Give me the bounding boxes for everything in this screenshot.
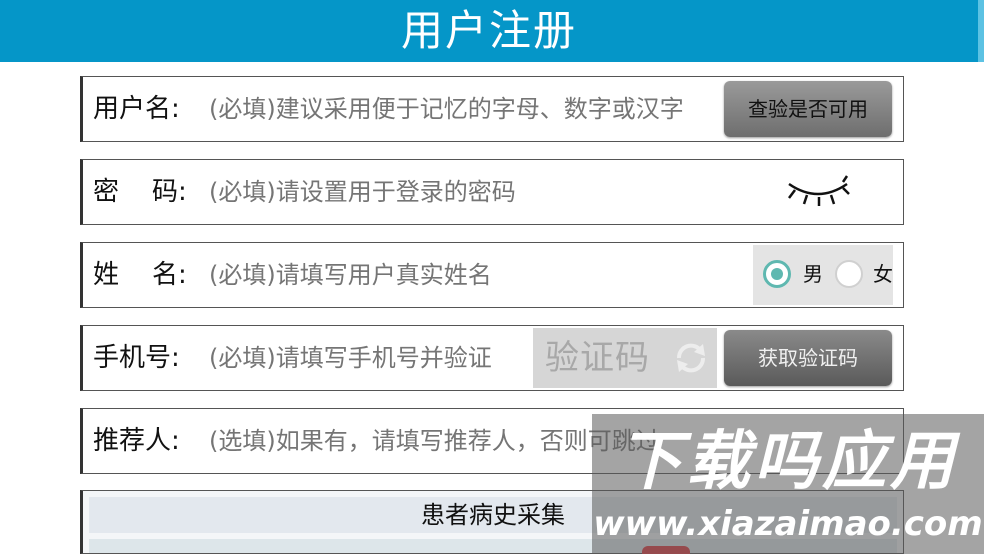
watermark-logo-text: 下载吗应用 <box>618 425 958 499</box>
captcha-text: 验证码 <box>545 338 650 378</box>
gender-female-label: 女 <box>873 262 893 286</box>
password-input[interactable] <box>209 174 669 210</box>
refresh-icon[interactable] <box>673 340 709 376</box>
name-input[interactable] <box>209 257 649 293</box>
eye-closed-icon[interactable] <box>785 174 851 210</box>
name-label: 姓 名: <box>93 260 187 290</box>
gender-selector: 男 女 <box>753 245 893 305</box>
header-edge <box>978 0 984 62</box>
phone-label: 手机号: <box>93 343 180 373</box>
phone-input[interactable] <box>209 340 527 376</box>
watermark-url: www.xiazaimao.com <box>593 504 983 544</box>
referrer-label: 推荐人: <box>93 426 180 456</box>
password-row: 密 码: <box>80 159 904 225</box>
check-availability-button[interactable]: 查验是否可用 <box>724 81 892 137</box>
username-label: 用户名: <box>93 94 180 124</box>
gender-female-radio[interactable] <box>835 260 863 288</box>
name-row: 姓 名: 男 女 <box>80 242 904 308</box>
username-row: 用户名: 查验是否可用 <box>80 76 904 142</box>
gender-male-radio[interactable] <box>763 260 791 288</box>
password-label: 密 码: <box>93 177 187 207</box>
captcha-box[interactable]: 验证码 <box>533 328 717 388</box>
username-input[interactable] <box>209 91 717 127</box>
phone-row: 手机号: 验证码 获取验证码 <box>80 325 904 391</box>
gender-male-label: 男 <box>803 262 823 286</box>
watermark: 下载吗应用 www.xiazaimao.com <box>592 414 984 554</box>
page-title: 用户注册 <box>400 6 577 55</box>
header-bar: 用户注册 <box>0 0 978 62</box>
get-code-button[interactable]: 获取验证码 <box>724 330 892 386</box>
